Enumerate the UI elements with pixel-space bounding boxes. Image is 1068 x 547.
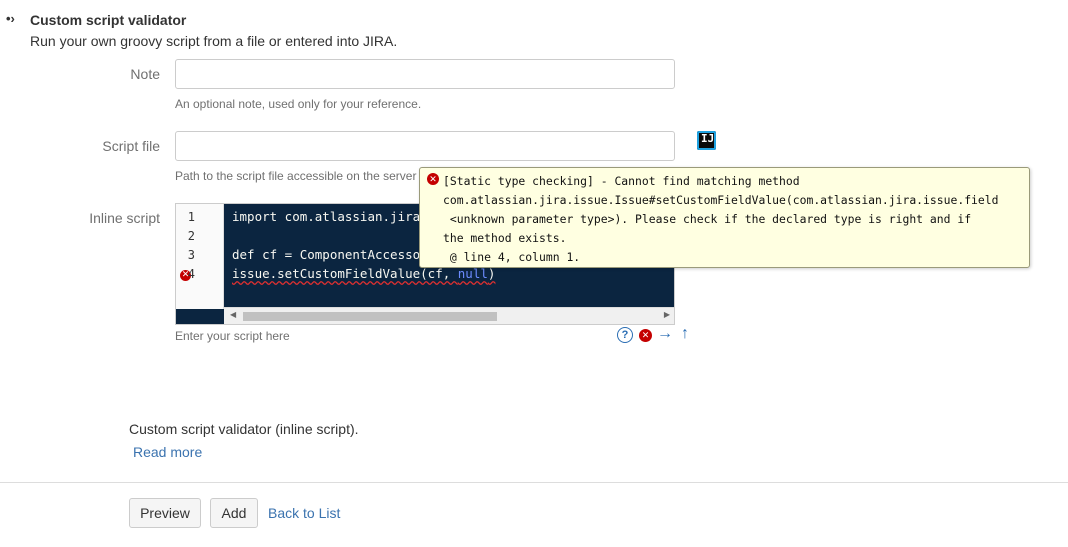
code-fragment: issue.setCustomFieldValue(cf, <box>232 266 458 281</box>
note-input[interactable] <box>175 59 675 89</box>
code-line[interactable]: def cf = ComponentAccesso <box>232 247 420 262</box>
section-title: Custom script validator <box>30 12 187 28</box>
note-hint: An optional note, used only for your ref… <box>175 97 422 111</box>
section-bullet: •› <box>6 11 15 26</box>
error-icon[interactable]: ✕ <box>639 329 652 342</box>
editor-gutter: 1 2 3 ✕ 4 <box>176 204 224 309</box>
line-number: 4 <box>187 267 195 281</box>
back-to-list-link[interactable]: Back to List <box>268 505 340 521</box>
read-more-link[interactable]: Read more <box>133 444 202 460</box>
inline-script-hint: Enter your script here <box>175 329 290 343</box>
line-number: 1 <box>187 210 195 224</box>
line-number: 3 <box>187 248 195 262</box>
add-button[interactable]: Add <box>210 498 258 528</box>
code-line-error[interactable]: issue.setCustomFieldValue(cf, null) <box>232 266 495 281</box>
line-number: 2 <box>187 229 195 243</box>
intellij-idea-icon[interactable]: IJ <box>697 131 716 150</box>
script-file-hint: Path to the script file accessible on th… <box>175 169 417 183</box>
error-message: [Static type checking] - Cannot find mat… <box>443 174 999 264</box>
scrollbar-thumb[interactable] <box>243 312 497 321</box>
arrow-up-icon[interactable]: ↑ <box>681 325 689 343</box>
scroll-right-icon[interactable]: ▶ <box>664 310 670 319</box>
script-file-label: Script file <box>102 138 160 154</box>
script-file-input[interactable] <box>175 131 675 161</box>
code-fragment: ) <box>487 266 496 281</box>
help-icon[interactable]: ? <box>617 327 633 343</box>
horizontal-scrollbar[interactable]: ◀ ▶ <box>224 307 674 324</box>
note-label: Note <box>130 66 160 82</box>
code-line[interactable]: import com.atlassian.jira <box>232 209 420 224</box>
preview-button[interactable]: Preview <box>129 498 201 528</box>
error-icon: ✕ <box>427 173 439 185</box>
arrow-right-icon[interactable]: → <box>657 325 673 343</box>
scroll-left-icon[interactable]: ◀ <box>230 310 236 319</box>
validator-summary: Custom script validator (inline script). <box>129 421 359 437</box>
divider <box>0 482 1068 483</box>
section-description: Run your own groovy script from a file o… <box>30 33 398 49</box>
null-keyword: null <box>457 266 488 281</box>
inline-script-label: Inline script <box>89 210 160 226</box>
error-tooltip: ✕ [Static type checking] - Cannot find m… <box>419 167 1030 268</box>
